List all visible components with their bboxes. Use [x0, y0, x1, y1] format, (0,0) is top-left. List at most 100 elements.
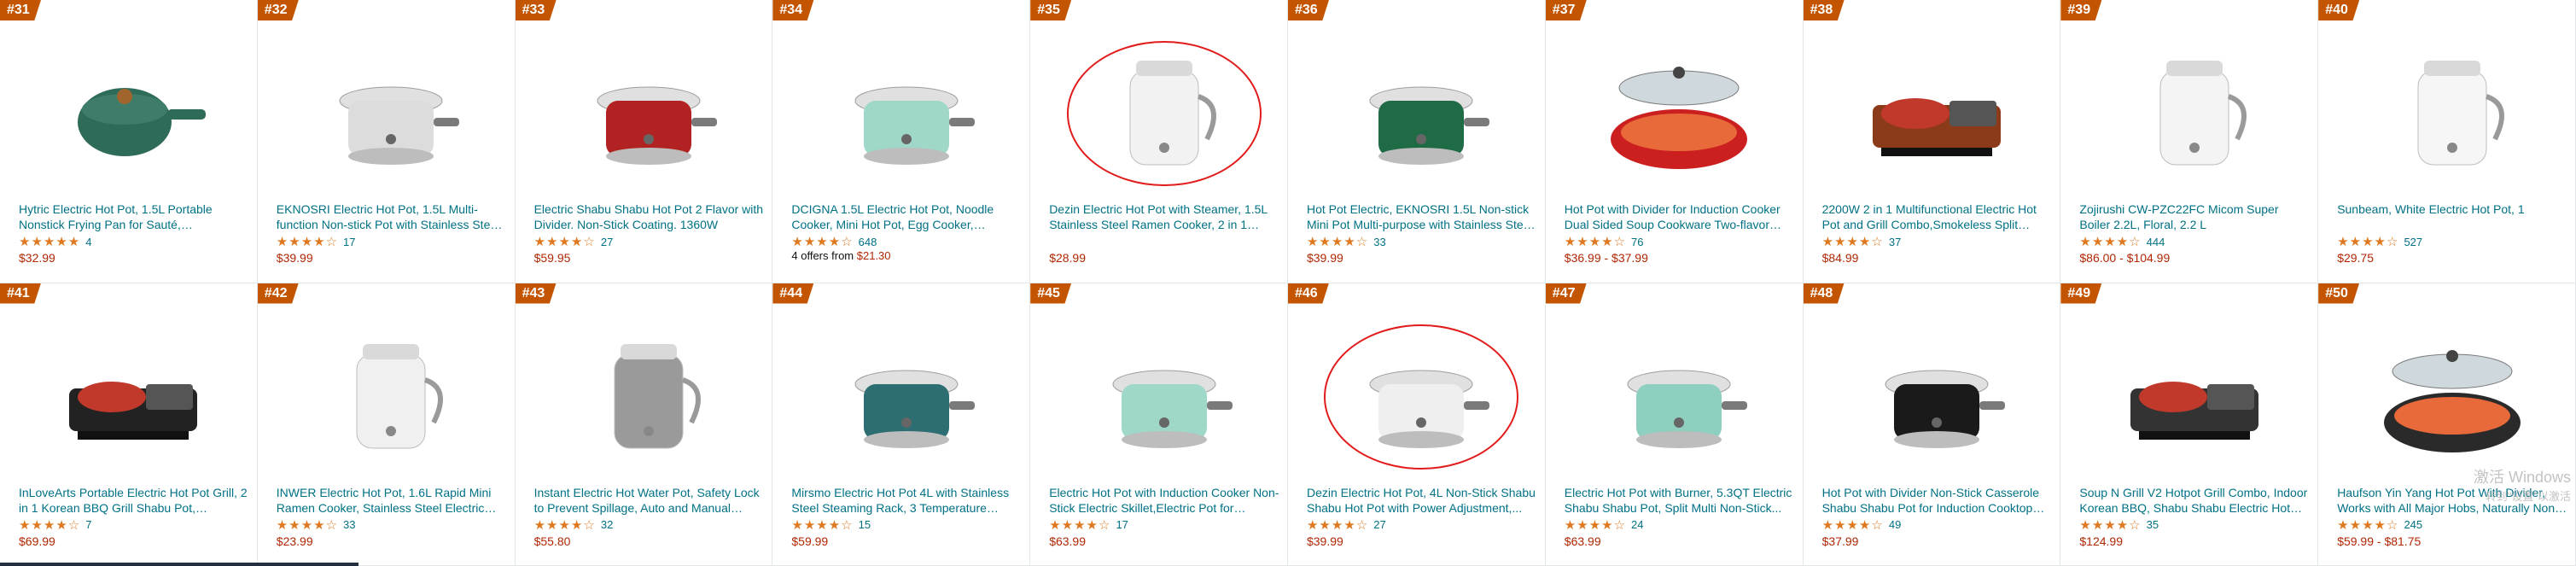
review-count-link[interactable]: 32	[601, 518, 613, 531]
product-card[interactable]: #48 Hot Pot with Divider Non-Stick Casse…	[1803, 283, 2061, 566]
product-title-link[interactable]: Hytric Electric Hot Pot, 1.5L Portable N…	[19, 201, 249, 232]
product-image[interactable]	[791, 316, 1021, 478]
product-card[interactable]: #46 Dezin Electric Hot Pot, 4L Non-Stick…	[1287, 283, 1546, 566]
star-rating[interactable]: ★★★★☆	[1822, 517, 1884, 533]
product-card[interactable]: #50 Haufson Yin Yang Hot Pot With Divide…	[2318, 283, 2576, 566]
review-count-link[interactable]: 49	[1889, 518, 1901, 531]
star-rating[interactable]: ★★★★☆	[1307, 517, 1368, 533]
star-rating[interactable]: ★★★★☆	[791, 234, 853, 249]
product-title-link[interactable]: Sunbeam, White Electric Hot Pot, 1	[2337, 201, 2567, 232]
star-rating[interactable]: ★★★★☆	[277, 234, 338, 249]
product-title-link[interactable]: Dezin Electric Hot Pot, 4L Non-Stick Sha…	[1307, 485, 1537, 516]
review-count-link[interactable]: 245	[2404, 518, 2422, 531]
product-title-link[interactable]: Instant Electric Hot Water Pot, Safety L…	[534, 485, 765, 516]
product-title-link[interactable]: Electric Hot Pot with Induction Cooker N…	[1049, 485, 1279, 516]
product-title-link[interactable]: InLoveArts Portable Electric Hot Pot Gri…	[19, 485, 249, 516]
star-rating[interactable]: ★★★★☆	[2079, 234, 2141, 249]
product-card[interactable]: #36 Hot Pot Electric, EKNOSRI 1.5L Non-s…	[1287, 0, 1546, 283]
product-image[interactable]	[1049, 316, 1279, 478]
product-title-link[interactable]: Hot Pot with Divider for Induction Cooke…	[1565, 201, 1795, 232]
product-image[interactable]	[1565, 316, 1794, 478]
product-image[interactable]	[1307, 316, 1536, 478]
product-image[interactable]	[1565, 32, 1794, 195]
product-card[interactable]: #33 Electric Shabu Shabu Hot Pot 2 Flavo…	[515, 0, 773, 283]
product-image[interactable]	[534, 316, 764, 478]
product-title-link[interactable]: EKNOSRI Electric Hot Pot, 1.5L Multi-fun…	[277, 201, 507, 232]
star-rating[interactable]: ★★★★☆	[277, 517, 338, 533]
product-card[interactable]: #38 2200W 2 in 1 Multifunctional Electri…	[1803, 0, 2061, 283]
product-image[interactable]	[277, 316, 506, 478]
review-count-link[interactable]: 24	[1631, 518, 1643, 531]
product-image[interactable]	[2337, 316, 2567, 478]
product-title-link[interactable]: Electric Hot Pot with Burner, 5.3QT Elec…	[1565, 485, 1795, 516]
product-title-link[interactable]: Dezin Electric Hot Pot with Steamer, 1.5…	[1049, 201, 1279, 232]
review-count-link[interactable]: 648	[859, 236, 877, 248]
product-card[interactable]: #40 Sunbeam, White Electric Hot Pot, 1 ★…	[2318, 0, 2576, 283]
star-rating[interactable]: ★★★★☆	[19, 517, 80, 533]
product-card[interactable]: #39 Zojirushi CW-PZC22FC Micom Super Boi…	[2060, 0, 2319, 283]
review-count-link[interactable]: 27	[1373, 518, 1385, 531]
product-card[interactable]: #44 Mirsmo Electric Hot Pot 4L with Stai…	[772, 283, 1031, 566]
star-rating[interactable]: ★★★★☆	[1565, 517, 1626, 533]
star-rating[interactable]: ★★★★☆	[1565, 234, 1626, 249]
star-rating[interactable]: ★★★★☆	[1049, 517, 1110, 533]
review-count-link[interactable]: 33	[1373, 236, 1385, 248]
product-image[interactable]	[2337, 32, 2567, 195]
review-count-link[interactable]: 15	[859, 518, 871, 531]
star-rating[interactable]: ★★★★☆	[1822, 234, 1884, 249]
star-rating[interactable]: ★★★★★	[19, 234, 80, 249]
product-title-link[interactable]: 2200W 2 in 1 Multifunctional Electric Ho…	[1822, 201, 2053, 232]
review-count-link[interactable]: 444	[2147, 236, 2165, 248]
product-image[interactable]	[1307, 32, 1536, 195]
star-rating[interactable]: ★★★★☆	[2079, 517, 2141, 533]
product-card[interactable]: #49 Soup N Grill V2 Hotpot Grill Combo, …	[2060, 283, 2319, 566]
product-image[interactable]	[791, 32, 1021, 195]
offers-text[interactable]: 4 offers from $21.30	[791, 249, 1021, 262]
product-image[interactable]	[19, 32, 248, 195]
star-rating[interactable]: ★★★★☆	[534, 234, 596, 249]
review-count-link[interactable]: 7	[85, 518, 91, 531]
product-card[interactable]: #34 DCIGNA 1.5L Electric Hot Pot, Noodle…	[772, 0, 1031, 283]
product-title-link[interactable]: Mirsmo Electric Hot Pot 4L with Stainles…	[791, 485, 1022, 516]
product-image[interactable]	[19, 316, 248, 478]
product-price: $63.99	[1049, 534, 1087, 548]
star-rating[interactable]: ★★★★☆	[1307, 234, 1368, 249]
product-card[interactable]: #37 Hot Pot with Divider for Induction C…	[1545, 0, 1804, 283]
product-image[interactable]	[277, 32, 506, 195]
product-title-link[interactable]: Hot Pot Electric, EKNOSRI 1.5L Non-stick…	[1307, 201, 1537, 232]
product-card[interactable]: #42 INWER Electric Hot Pot, 1.6L Rapid M…	[257, 283, 516, 566]
product-card[interactable]: #31 Hytric Electric Hot Pot, 1.5L Portab…	[0, 0, 258, 283]
star-rating[interactable]: ★★★★☆	[534, 517, 596, 533]
review-count-link[interactable]: 27	[601, 236, 613, 248]
star-rating[interactable]: ★★★★☆	[2337, 517, 2398, 533]
star-rating[interactable]: ★★★★☆	[2337, 234, 2398, 249]
review-count-link[interactable]: 4	[85, 236, 91, 248]
product-image[interactable]	[1822, 316, 2052, 478]
product-card[interactable]: #32 EKNOSRI Electric Hot Pot, 1.5L Multi…	[257, 0, 516, 283]
product-title-link[interactable]: Zojirushi CW-PZC22FC Micom Super Boiler …	[2079, 201, 2310, 232]
review-count-link[interactable]: 17	[1116, 518, 1128, 531]
product-card[interactable]: #41 InLoveArts Portable Electric Hot Pot…	[0, 283, 258, 566]
review-count-link[interactable]: 37	[1889, 236, 1901, 248]
product-card[interactable]: #47 Electric Hot Pot with Burner, 5.3QT …	[1545, 283, 1804, 566]
product-card[interactable]: #35 Dezin Electric Hot Pot with Steamer,…	[1030, 0, 1288, 283]
product-image[interactable]	[2079, 32, 2309, 195]
offers-label[interactable]: 4 offers from	[791, 249, 854, 262]
product-title-link[interactable]: DCIGNA 1.5L Electric Hot Pot, Noodle Coo…	[791, 201, 1022, 232]
product-image[interactable]	[1049, 32, 1279, 195]
review-count-link[interactable]: 35	[2147, 518, 2159, 531]
review-count-link[interactable]: 527	[2404, 236, 2422, 248]
product-image[interactable]	[534, 32, 764, 195]
review-count-link[interactable]: 76	[1631, 236, 1643, 248]
product-image[interactable]	[1822, 32, 2052, 195]
product-card[interactable]: #43 Instant Electric Hot Water Pot, Safe…	[515, 283, 773, 566]
product-card[interactable]: #45 Electric Hot Pot with Induction Cook…	[1030, 283, 1288, 566]
product-image[interactable]	[2079, 316, 2309, 478]
review-count-link[interactable]: 33	[343, 518, 355, 531]
product-title-link[interactable]: Hot Pot with Divider Non-Stick Casserole…	[1822, 485, 2053, 516]
star-rating[interactable]: ★★★★☆	[791, 517, 853, 533]
product-title-link[interactable]: INWER Electric Hot Pot, 1.6L Rapid Mini …	[277, 485, 507, 516]
review-count-link[interactable]: 17	[343, 236, 355, 248]
product-title-link[interactable]: Soup N Grill V2 Hotpot Grill Combo, Indo…	[2079, 485, 2310, 516]
product-title-link[interactable]: Electric Shabu Shabu Hot Pot 2 Flavor wi…	[534, 201, 765, 232]
